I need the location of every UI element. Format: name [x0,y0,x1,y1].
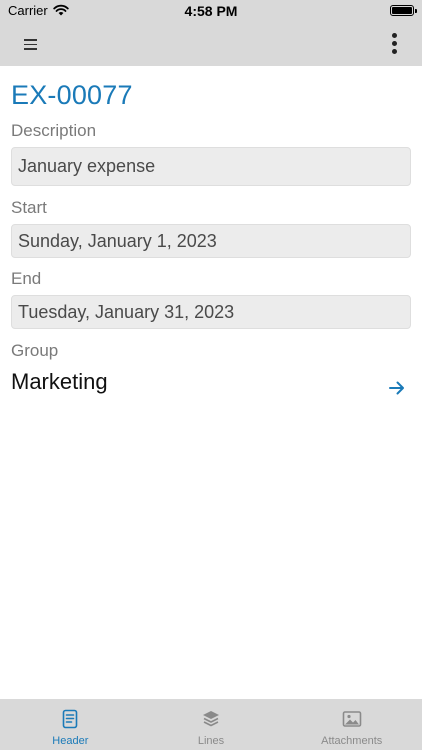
group-value[interactable]: Marketing [11,369,108,395]
start-date-field[interactable]: Sunday, January 1, 2023 [11,224,411,258]
description-label: Description [11,121,97,140]
tab-header[interactable]: Header [0,699,141,750]
more-vertical-icon[interactable] [390,31,400,57]
arrow-right-icon[interactable] [388,379,406,397]
battery-icon [390,5,417,16]
tab-bar: Header Lines Attachments [0,699,422,750]
start-label: Start [11,198,47,217]
description-value: January expense [18,156,156,176]
image-icon [342,711,361,727]
description-field[interactable]: January expense [11,147,411,186]
tab-lines-label: Lines [197,735,225,747]
hamburger-menu-icon[interactable] [21,35,41,53]
tab-attachments-label: Attachments [321,735,383,747]
group-label: Group [11,341,59,360]
record-id-title: EX-00077 [11,80,133,110]
tab-lines[interactable]: Lines [141,699,282,750]
tab-attachments[interactable]: Attachments [281,699,422,750]
end-date-field[interactable]: Tuesday, January 31, 2023 [11,295,411,329]
layers-icon [203,711,219,727]
top-bar [0,22,422,66]
document-icon [63,709,78,729]
end-label: End [11,269,42,288]
end-date-value: Tuesday, January 31, 2023 [18,301,235,322]
start-date-value: Sunday, January 1, 2023 [18,230,217,251]
status-bar: Carrier 4:58 PM [0,0,422,22]
status-time: 4:58 PM [184,3,238,19]
tab-header-label: Header [52,735,89,747]
